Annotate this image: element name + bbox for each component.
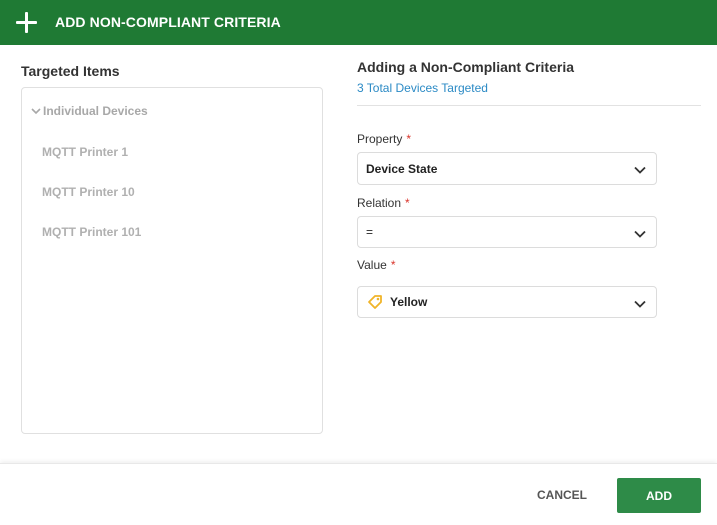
tree-group-label: Individual Devices [43,104,148,118]
tag-icon [368,295,382,309]
chevron-down-icon [634,230,646,238]
add-criteria-dialog: ADD NON-COMPLIANT CRITERIA Targeted Item… [0,0,717,525]
chevron-down-icon [634,166,646,174]
property-value: Device State [366,161,438,176]
required-marker: * [405,196,410,210]
relation-label: Relation * [357,196,410,210]
relation-label-text: Relation [357,196,402,210]
devices-targeted-count: 3 Total Devices Targeted [357,81,488,95]
add-button[interactable]: ADD [617,478,701,513]
dialog-title: ADD NON-COMPLIANT CRITERIA [55,14,281,30]
cancel-button[interactable]: CANCEL [527,482,597,508]
form-title: Adding a Non-Compliant Criteria [357,59,574,75]
targeted-items-title: Targeted Items [21,63,120,79]
value-label-text: Value [357,258,387,272]
value-label: Value * [357,258,395,272]
dialog-footer: CANCEL ADD [0,463,717,525]
dialog-header: ADD NON-COMPLIANT CRITERIA [0,0,717,45]
relation-select[interactable]: = [357,216,657,248]
tree-item[interactable]: MQTT Printer 1 [42,145,128,159]
property-label-text: Property [357,132,403,146]
property-label: Property * [357,132,411,146]
tree-group-individual-devices[interactable]: Individual Devices [30,104,148,118]
plus-icon [16,12,37,33]
chevron-down-icon [634,300,646,308]
tree-item[interactable]: MQTT Printer 10 [42,185,135,199]
targeted-items-tree: Individual Devices MQTT Printer 1 MQTT P… [21,87,323,434]
value-value: Yellow [390,295,428,309]
required-marker: * [390,258,396,272]
form-divider [357,105,701,106]
required-marker: * [406,132,412,146]
property-select[interactable]: Device State [357,152,657,185]
chevron-down-icon[interactable] [30,105,42,117]
relation-value: = [366,225,374,239]
tree-item[interactable]: MQTT Printer 101 [42,225,141,239]
value-select[interactable]: Yellow [357,286,657,318]
